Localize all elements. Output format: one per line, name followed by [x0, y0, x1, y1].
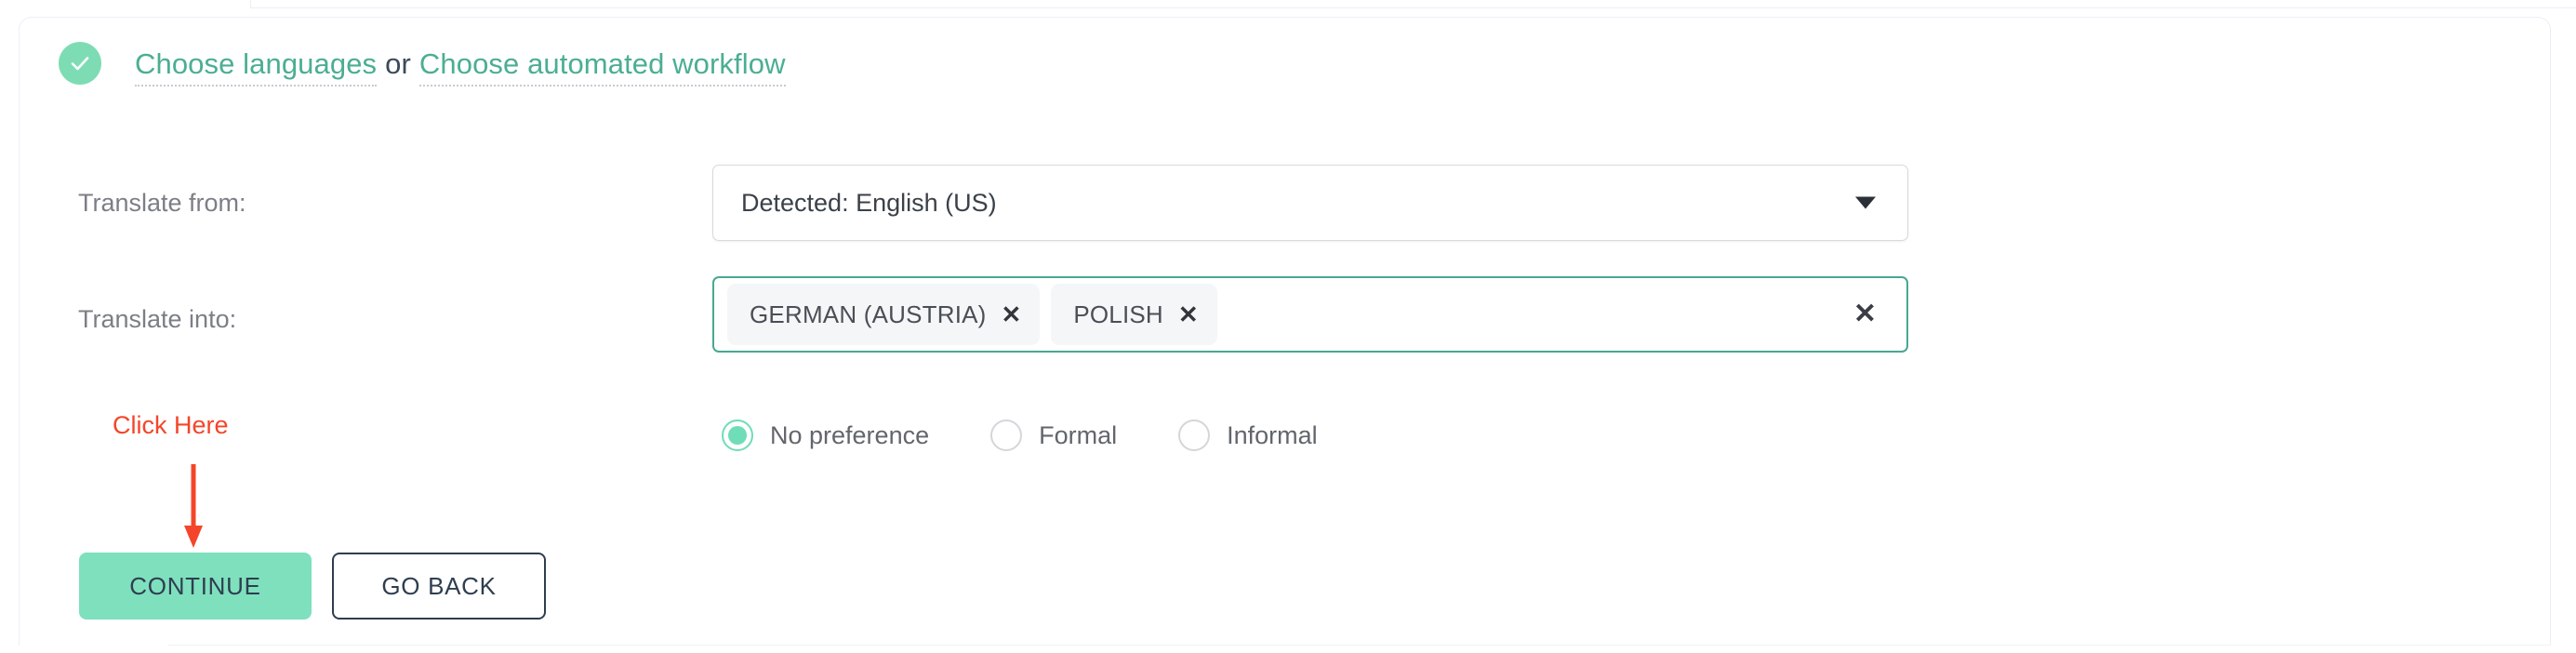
language-tag[interactable]: GERMAN (AUSTRIA) ✕ — [727, 284, 1041, 345]
card-header: Choose languages or Choose automated workf… — [59, 42, 786, 87]
check-circle-icon — [59, 42, 101, 85]
header-separator: or — [385, 47, 411, 80]
go-back-button[interactable]: GO BACK — [332, 553, 546, 620]
header-link-group: Choose languages or Choose automated workf… — [135, 47, 786, 87]
radio-label: Informal — [1227, 420, 1318, 449]
translate-into-label: Translate into: — [78, 305, 237, 333]
language-tag-label: POLISH — [1073, 300, 1163, 328]
remove-tag-icon[interactable]: ✕ — [1178, 302, 1199, 326]
radio-option-no-preference[interactable]: No preference — [722, 420, 929, 451]
language-tag-label: GERMAN (AUSTRIA) — [750, 300, 987, 328]
radio-indicator[interactable] — [990, 420, 1023, 451]
radio-indicator-selected[interactable] — [722, 420, 753, 451]
translate-from-label: Translate from: — [78, 189, 246, 217]
source-language-select[interactable]: Detected: English (US) — [712, 165, 1908, 241]
page-root: Choose languages or Choose automated workf… — [0, 0, 2576, 653]
language-tag[interactable]: POLISH ✕ — [1051, 284, 1217, 345]
target-languages-field[interactable]: GERMAN (AUSTRIA) ✕ POLISH ✕ ✕ — [712, 276, 1908, 353]
click-here-annotation: Click Here — [113, 411, 229, 439]
choose-automated-workflow-link[interactable]: Choose automated workflow — [418, 47, 786, 87]
radio-label: No preference — [770, 420, 930, 449]
choose-languages-link[interactable]: Choose languages — [135, 47, 378, 87]
radio-label: Formal — [1039, 420, 1118, 449]
chevron-down-icon[interactable] — [1855, 196, 1876, 209]
radio-option-informal[interactable]: Informal — [1178, 420, 1318, 451]
remove-tag-icon[interactable]: ✕ — [1002, 302, 1022, 326]
action-button-row: CONTINUE GO BACK — [79, 553, 546, 620]
continue-button[interactable]: CONTINUE — [79, 553, 312, 620]
clear-all-icon[interactable]: ✕ — [1853, 300, 1877, 328]
source-language-value: Detected: English (US) — [741, 188, 997, 217]
top-divider — [251, 7, 2576, 8]
top-divider-stub — [250, 0, 251, 8]
card-bottom-divider — [168, 645, 2550, 646]
radio-option-formal[interactable]: Formal — [990, 420, 1117, 451]
formality-radio-group: No preference Formal Informal — [722, 420, 1379, 451]
arrow-down-icon — [184, 464, 203, 548]
radio-indicator[interactable] — [1178, 420, 1211, 451]
language-selection-card: Choose languages or Choose automated workf… — [19, 17, 2551, 646]
